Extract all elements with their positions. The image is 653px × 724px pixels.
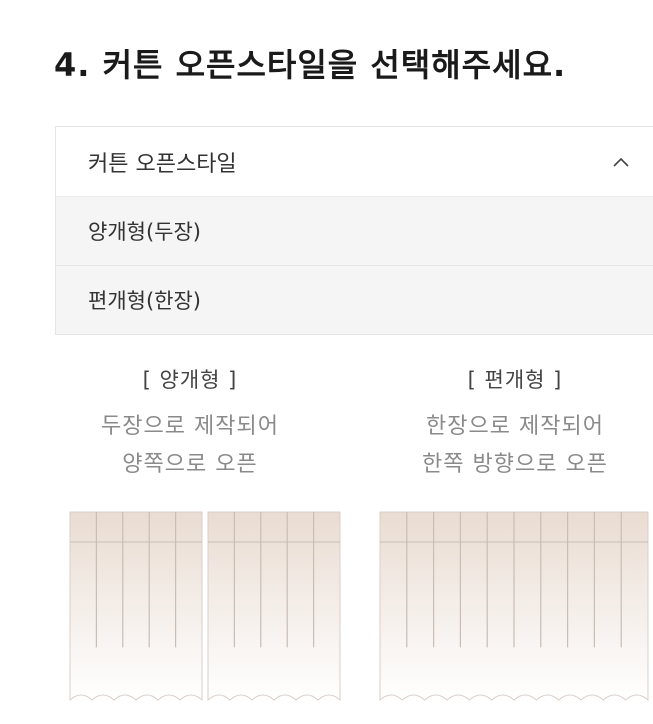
curtain-panel-right (379, 511, 649, 702)
curtain-panel-middle (207, 511, 341, 702)
curtain-panel-left (69, 511, 203, 702)
curtain-fabric (207, 511, 341, 702)
curtain-fabric (69, 511, 203, 702)
curtain-illustrations (69, 511, 649, 702)
